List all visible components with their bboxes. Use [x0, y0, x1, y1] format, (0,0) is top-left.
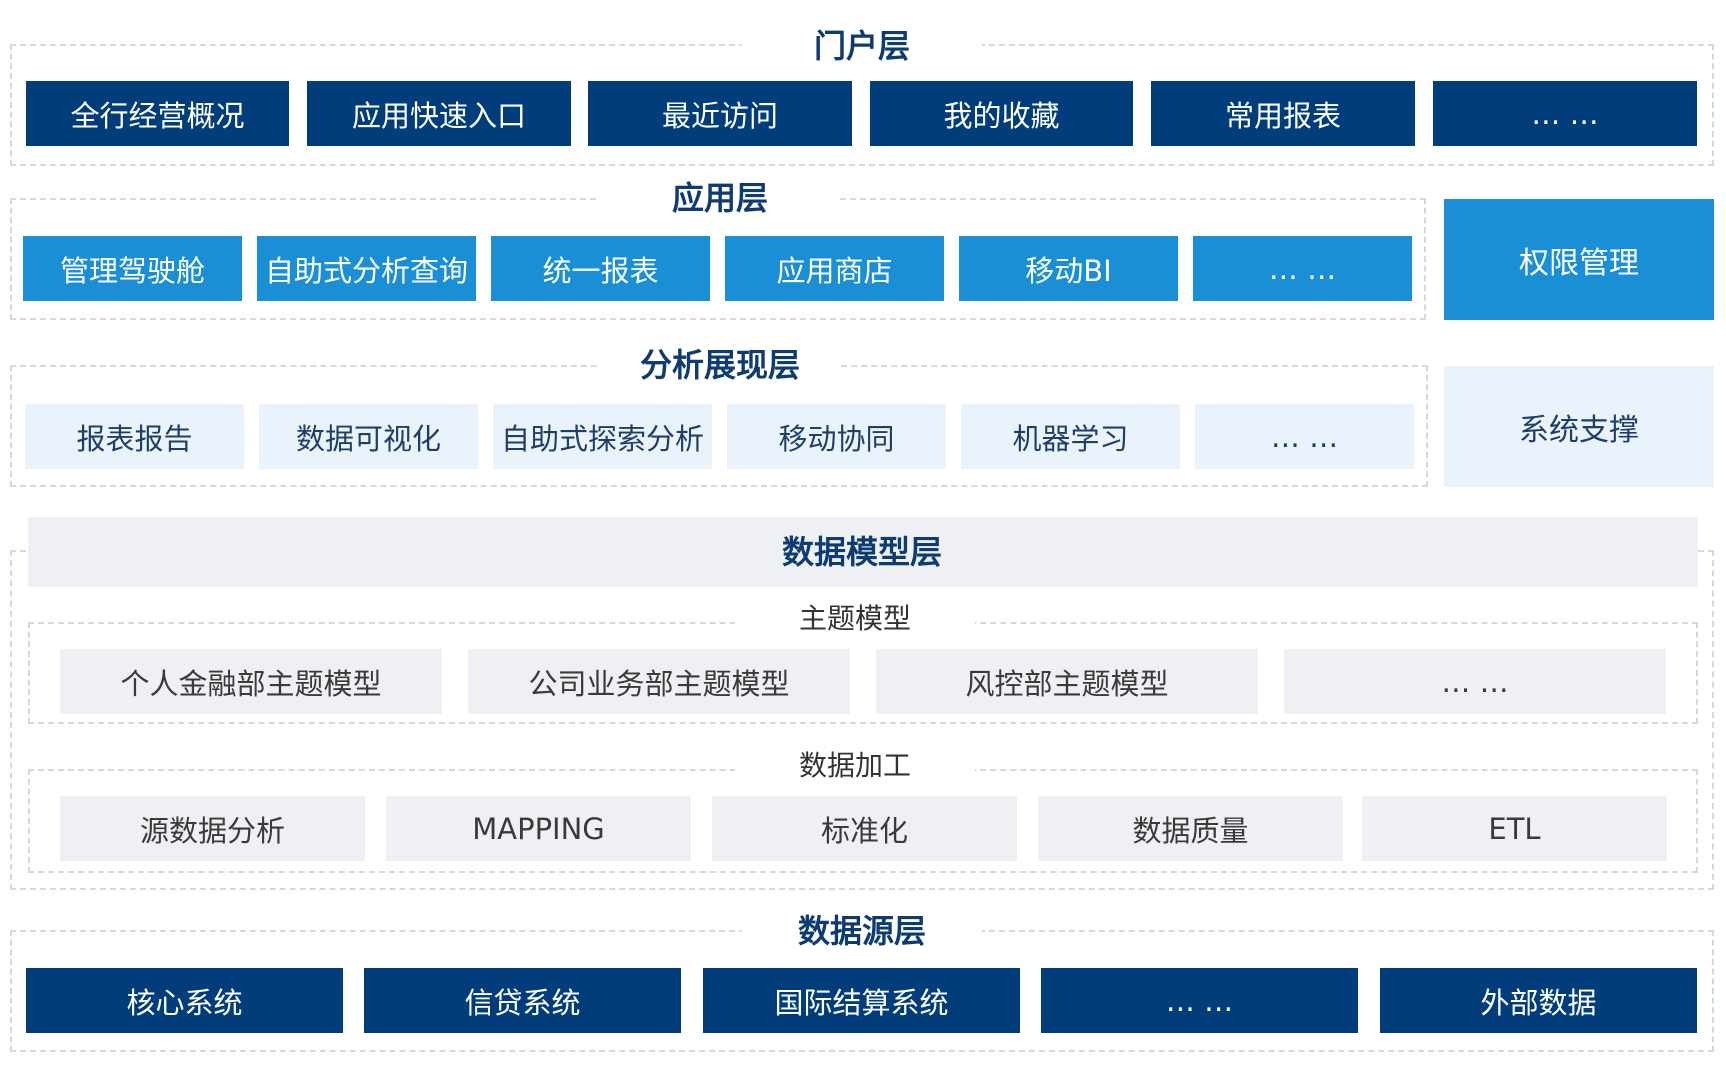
analysis-layer-title: 分析展现层: [600, 343, 840, 387]
datasource-item[interactable]: 国际结算系统: [703, 968, 1020, 1033]
data-processing-item[interactable]: 数据质量: [1038, 796, 1343, 861]
topic-model-item[interactable]: 个人金融部主题模型: [60, 649, 442, 714]
portal-item[interactable]: 全行经营概况: [26, 81, 289, 146]
datamodel-layer-title: 数据模型层: [781, 533, 942, 571]
datasource-item[interactable]: 核心系统: [26, 968, 343, 1033]
portal-item[interactable]: 最近访问: [588, 81, 852, 146]
portal-item-more[interactable]: … …: [1433, 81, 1697, 146]
datasource-item[interactable]: 外部数据: [1380, 968, 1697, 1033]
data-processing-item[interactable]: ETL: [1362, 796, 1667, 861]
portal-item[interactable]: 我的收藏: [870, 81, 1133, 146]
topic-model-item-more[interactable]: … …: [1284, 649, 1666, 714]
application-item[interactable]: 统一报表: [491, 236, 710, 301]
application-item[interactable]: 移动BI: [959, 236, 1178, 301]
application-item-more[interactable]: … …: [1193, 236, 1412, 301]
data-processing-title: 数据加工: [735, 746, 975, 786]
datasource-layer-title: 数据源层: [742, 909, 982, 953]
application-item[interactable]: 应用商店: [725, 236, 944, 301]
analysis-item[interactable]: 机器学习: [961, 404, 1180, 469]
application-layer-title: 应用层: [600, 176, 840, 220]
topic-model-item[interactable]: 风控部主题模型: [876, 649, 1258, 714]
datasource-item[interactable]: 信贷系统: [364, 968, 681, 1033]
analysis-item[interactable]: 移动协同: [727, 404, 946, 469]
data-processing-item[interactable]: MAPPING: [386, 796, 691, 861]
data-processing-item[interactable]: 标准化: [712, 796, 1017, 861]
portal-item[interactable]: 常用报表: [1151, 81, 1415, 146]
application-item[interactable]: 管理驾驶舱: [23, 236, 242, 301]
topic-model-item[interactable]: 公司业务部主题模型: [468, 649, 850, 714]
analysis-item-more[interactable]: … …: [1195, 404, 1414, 469]
topic-model-title: 主题模型: [735, 599, 975, 639]
application-item[interactable]: 自助式分析查询: [257, 236, 476, 301]
data-processing-item[interactable]: 源数据分析: [60, 796, 365, 861]
portal-item[interactable]: 应用快速入口: [307, 81, 571, 146]
permission-management-box[interactable]: 权限管理: [1444, 199, 1714, 320]
analysis-item[interactable]: 自助式探索分析: [493, 404, 712, 469]
system-support-box[interactable]: 系统支撑: [1444, 366, 1714, 487]
portal-layer-title: 门户层: [742, 24, 982, 68]
datasource-item-more[interactable]: … …: [1041, 968, 1358, 1033]
analysis-item[interactable]: 报表报告: [25, 404, 244, 469]
analysis-item[interactable]: 数据可视化: [259, 404, 478, 469]
